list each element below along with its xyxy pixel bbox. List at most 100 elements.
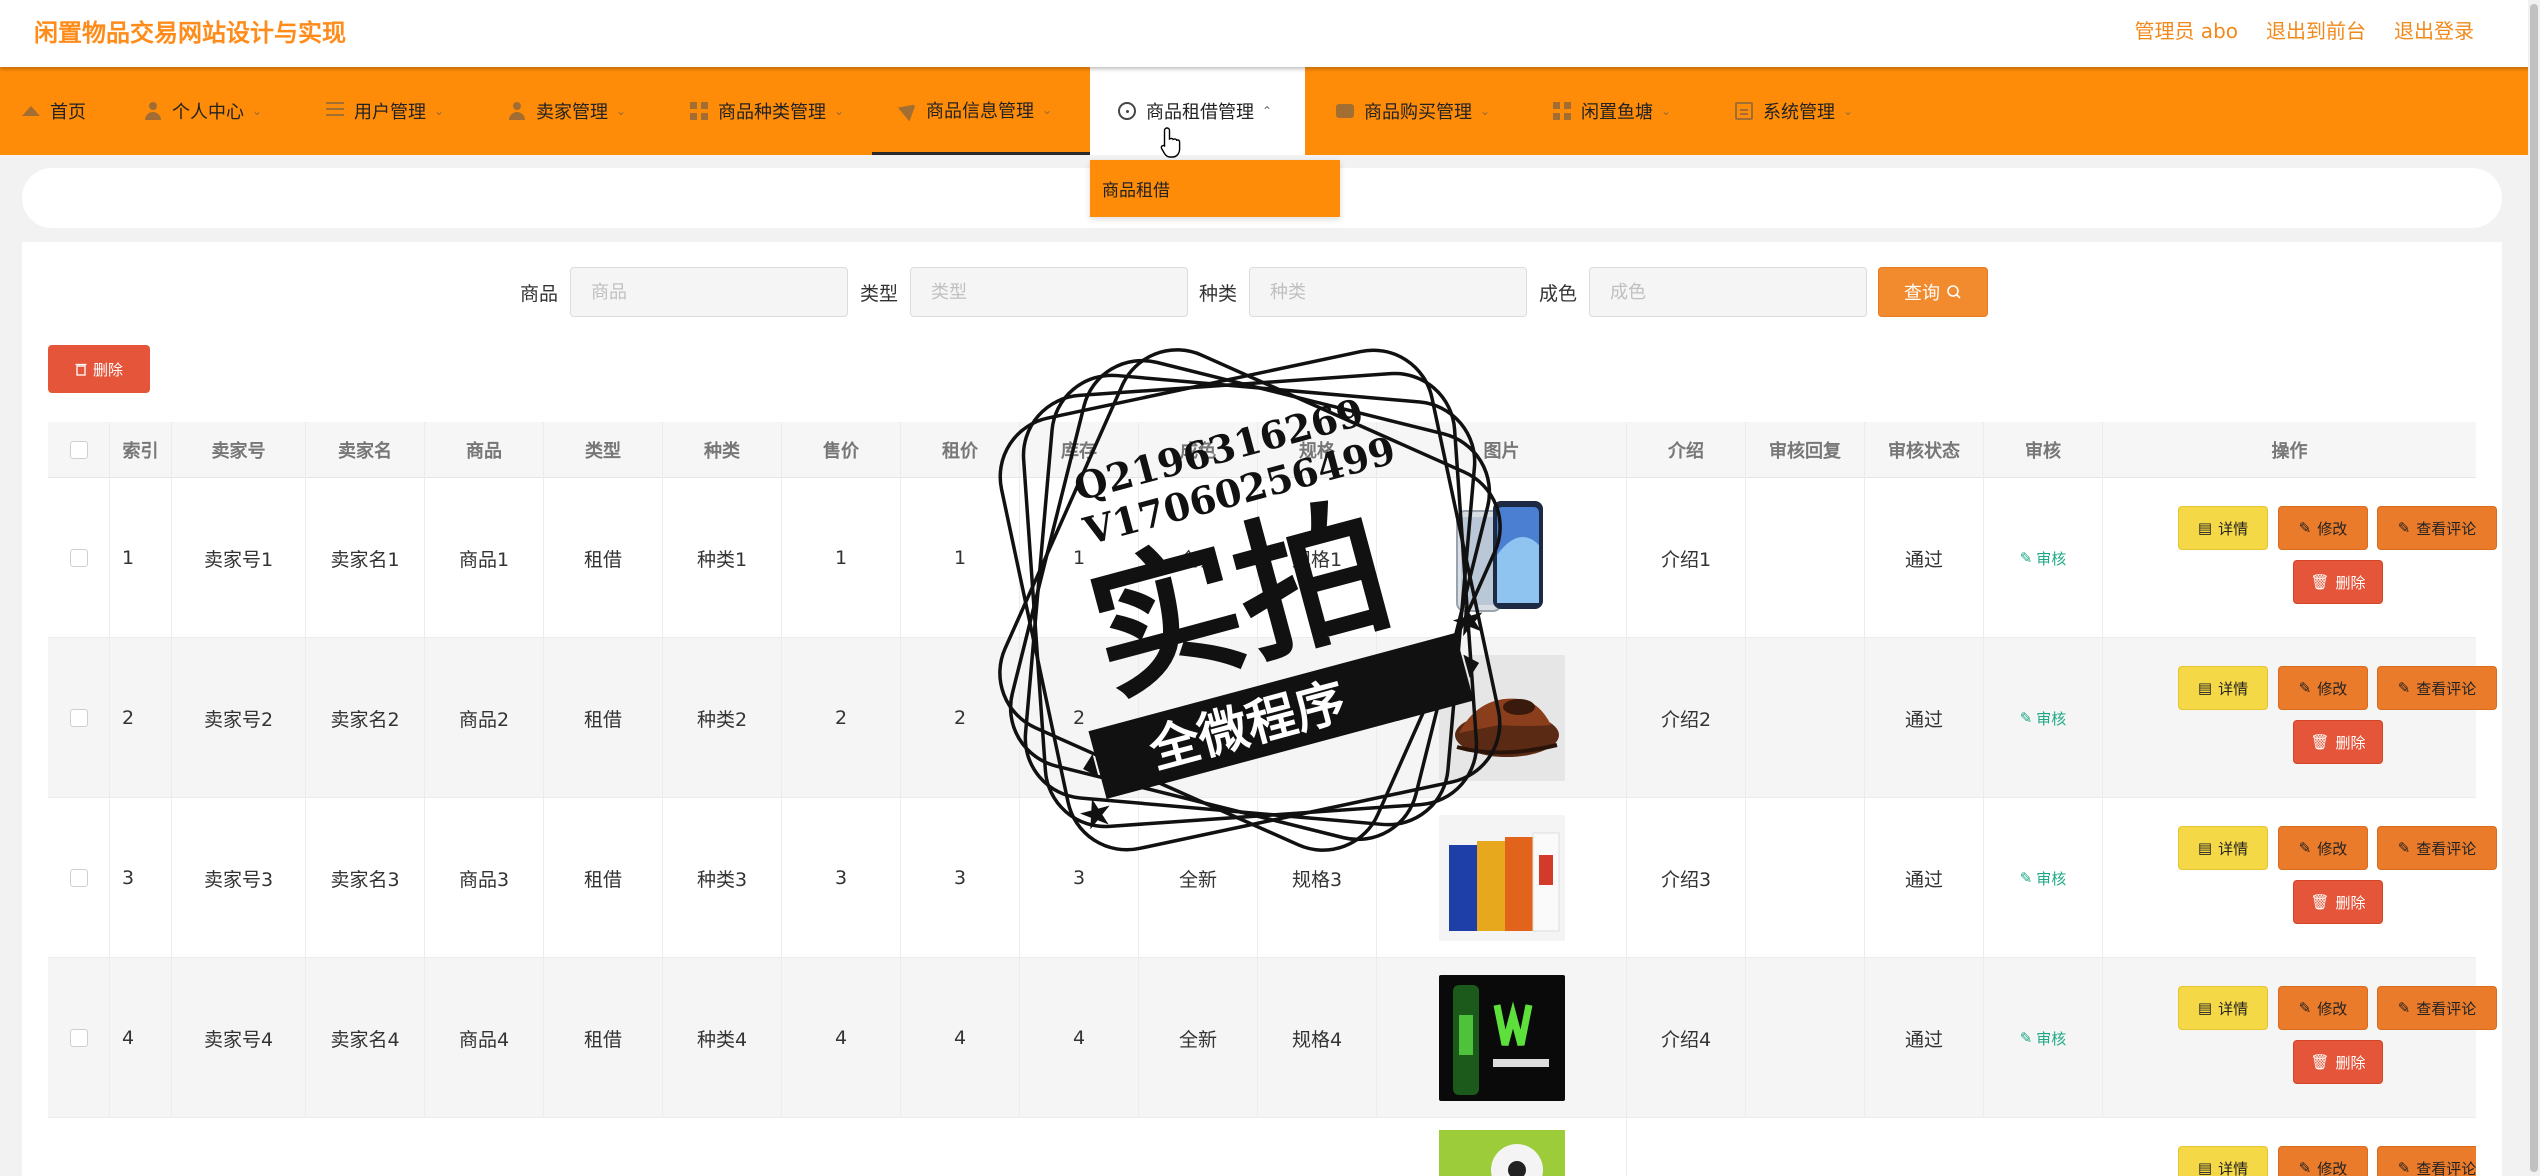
edit-button[interactable]: ✎ 修改 [2278, 666, 2368, 710]
cell-price: 1 [782, 478, 901, 638]
view-comments-button[interactable]: ✎ 查看评论 [2377, 506, 2497, 550]
edit-icon: ✎ [2298, 1159, 2312, 1176]
nav-item-product-category[interactable]: 商品种类管理 ⌄ [690, 67, 844, 155]
row-select[interactable] [48, 478, 110, 638]
delete-button[interactable]: 🗑 删除 [2293, 880, 2383, 924]
grid-icon [1553, 102, 1571, 120]
search-label: 种类 [1199, 282, 1238, 305]
logout-link[interactable]: 退出登录 [2394, 15, 2474, 44]
row-checkbox[interactable] [69, 549, 88, 567]
nav-label: 商品种类管理 [718, 102, 826, 123]
view-comments-button[interactable]: ✎ 查看评论 [2377, 1146, 2476, 1176]
header-select-all[interactable] [48, 422, 110, 478]
cell-type: 租借 [544, 638, 663, 798]
delete-button[interactable]: 🗑 删除 [2293, 560, 2383, 604]
detail-button[interactable]: ▤ 详情 [2178, 826, 2268, 870]
cell-seller-no: 卖家号3 [172, 798, 306, 958]
cell-intro: 介绍2 [1627, 638, 1746, 798]
edit-label: 修改 [2317, 999, 2348, 1018]
edit-button[interactable]: ✎ 修改 [2278, 986, 2368, 1030]
cell-audit: ✎ 审核 [1984, 638, 2103, 798]
edit-icon: ✎ [2019, 709, 2033, 727]
delete-button[interactable]: 🗑 删除 [2293, 720, 2383, 764]
nav-item-product-info[interactable]: 商品信息管理 ⌄ [872, 67, 1090, 155]
cell-rent: 2 [901, 638, 1020, 798]
chevron-up-icon: ⌃ [1262, 104, 1273, 118]
nav-item-product-purchase[interactable]: 商品购买管理 ⌄ [1336, 67, 1490, 155]
nav-label: 首页 [50, 102, 86, 123]
view-comments-button[interactable]: ✎ 查看评论 [2377, 666, 2497, 710]
row-select[interactable] [48, 958, 110, 1118]
nav-item-idle-pond[interactable]: 闲置鱼塘 ⌄ [1553, 67, 1671, 155]
search-icon [1947, 285, 1961, 299]
row-checkbox[interactable] [69, 1029, 88, 1047]
nav-item-personal-center[interactable]: 个人中心 ⌄ [144, 67, 262, 155]
search-product: 商品 [520, 267, 849, 317]
edit-button[interactable]: ✎ 修改 [2278, 1146, 2368, 1176]
product-search-input[interactable] [570, 267, 849, 317]
detail-button[interactable]: ▤ 详情 [2178, 986, 2268, 1030]
cell-index: 1 [110, 478, 172, 638]
detail-button[interactable]: ▤ 详情 [2178, 1146, 2268, 1176]
hand-cursor-icon [1160, 127, 1181, 158]
trash-icon: 🗑 [2310, 573, 2330, 591]
detail-button[interactable]: ▤ 详情 [2178, 666, 2268, 710]
search-label: 成色 [1539, 282, 1578, 305]
audit-label: 审核 [2036, 549, 2067, 568]
dropdown-item-product-rental[interactable]: 商品租借 [1090, 160, 1340, 217]
header-cell: 审核回复 [1746, 422, 1865, 478]
row-checkbox[interactable] [69, 709, 88, 727]
nav-item-product-rental[interactable]: 商品租借管理 ⌃ [1090, 67, 1305, 155]
chevron-down-icon: ⌄ [1661, 104, 1672, 118]
cell-image [1377, 798, 1627, 958]
select-all-checkbox[interactable] [69, 441, 88, 459]
review-label: 查看评论 [2416, 679, 2477, 698]
view-comments-button[interactable]: ✎ 查看评论 [2377, 826, 2497, 870]
audit-label: 审核 [2036, 1029, 2067, 1048]
scrollbar-thumb[interactable] [2530, 4, 2538, 1172]
edit-icon: ✎ [2298, 999, 2312, 1017]
kind-search-input[interactable] [1249, 267, 1528, 317]
header-cell: 审核状态 [1865, 422, 1984, 478]
nav-item-user-management[interactable]: 用户管理 ⌄ [326, 67, 444, 155]
row-select[interactable] [48, 638, 110, 798]
audit-link[interactable]: ✎ 审核 [2020, 708, 2067, 729]
cell-stock: 3 [1020, 798, 1139, 958]
nav-item-system-management[interactable]: 系统管理 ⌄ [1735, 67, 1853, 155]
grid-icon [690, 102, 708, 120]
audit-link[interactable]: ✎ 审核 [2020, 868, 2067, 889]
batch-delete-button[interactable]: 删除 [48, 345, 150, 393]
header-cell: 介绍 [1627, 422, 1746, 478]
edit-label: 修改 [2317, 1159, 2348, 1176]
delete-button[interactable]: 🗑 删除 [2293, 1040, 2383, 1084]
cell-type: 租借 [544, 958, 663, 1118]
search-type: 类型 [860, 267, 1189, 317]
detail-button[interactable]: ▤ 详情 [2178, 506, 2268, 550]
delete-label: 删除 [2335, 733, 2366, 752]
row-select[interactable] [48, 798, 110, 958]
view-comments-button[interactable]: ✎ 查看评论 [2377, 986, 2497, 1030]
cell-condition: 全新 [1139, 958, 1258, 1118]
query-button[interactable]: 查询 [1878, 267, 1988, 317]
edit-button[interactable]: ✎ 修改 [2278, 826, 2368, 870]
audit-link[interactable]: ✎ 审核 [2020, 1028, 2067, 1049]
nav-item-home[interactable]: 首页 [22, 67, 86, 155]
page-scrollbar[interactable] [2528, 0, 2540, 1176]
edit-icon: ✎ [2298, 839, 2312, 857]
table-row: 1 卖家号1 卖家名1 商品1 租借 种类1 1 1 1 全新 规格1 介绍1 … [48, 478, 2497, 638]
edit-icon: ✎ [2019, 869, 2033, 887]
exit-to-front-link[interactable]: 退出到前台 [2266, 15, 2366, 44]
cell-image [1377, 1118, 1627, 1176]
nav-item-seller-management[interactable]: 卖家管理 ⌄ [508, 67, 626, 155]
audit-link[interactable]: ✎ 审核 [2020, 548, 2067, 569]
row-checkbox[interactable] [69, 869, 88, 887]
edit-icon: ✎ [2019, 1029, 2033, 1047]
edit-button[interactable]: ✎ 修改 [2278, 506, 2368, 550]
chevron-down-icon: ⌄ [1843, 104, 1854, 118]
trash-icon: 🗑 [2310, 893, 2330, 911]
nav-label: 用户管理 [354, 102, 426, 123]
cell-type: 租借 [544, 478, 663, 638]
condition-search-input[interactable] [1589, 267, 1868, 317]
cell-condition: 全新 [1139, 798, 1258, 958]
type-search-input[interactable] [910, 267, 1189, 317]
